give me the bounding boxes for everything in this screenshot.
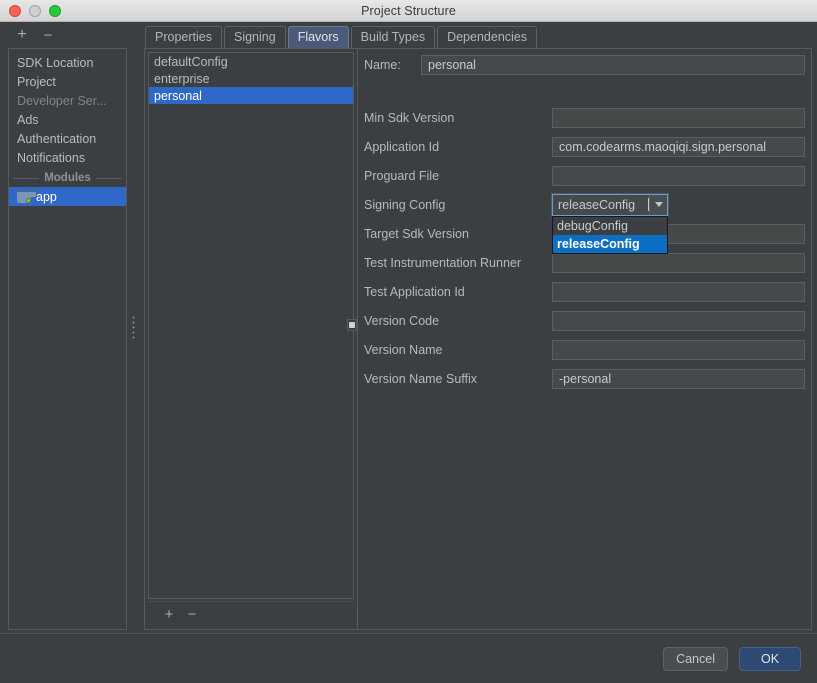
application-id-input[interactable]: com.codearms.maoqiqi.sign.personal bbox=[552, 136, 805, 157]
sidebar-modules-label: Modules bbox=[44, 172, 91, 184]
sidebar-item-project[interactable]: Project bbox=[9, 72, 126, 91]
dialog-body: + − SDK Location Project Developer Ser..… bbox=[0, 22, 817, 683]
right-column: Properties Signing Flavors Build Types D… bbox=[136, 22, 817, 633]
sidebar-item-notifications[interactable]: Notifications bbox=[9, 148, 126, 167]
ok-button[interactable]: OK bbox=[739, 646, 801, 671]
dropdown-option-debugconfig[interactable]: debugConfig bbox=[553, 217, 667, 235]
min-sdk-version-label: Min Sdk Version bbox=[364, 110, 455, 125]
signing-config-label: Signing Config bbox=[364, 197, 446, 212]
form-spacer bbox=[364, 77, 805, 103]
version-code-input[interactable] bbox=[552, 310, 805, 331]
cancel-button[interactable]: Cancel bbox=[663, 646, 728, 671]
min-sdk-version-input[interactable] bbox=[552, 107, 805, 128]
sidebar-item-authentication[interactable]: Authentication bbox=[9, 129, 126, 148]
signing-config-dropdown-button[interactable] bbox=[649, 194, 667, 215]
flavors-tab-panel: defaultConfig enterprise personal + − Na… bbox=[144, 48, 812, 630]
settings-sidebar: SDK Location Project Developer Ser... Ad… bbox=[8, 48, 127, 630]
flavor-list-column: defaultConfig enterprise personal + − bbox=[145, 49, 358, 629]
version-name-suffix-label: Version Name Suffix bbox=[364, 371, 478, 386]
remove-module-button[interactable]: − bbox=[38, 25, 58, 45]
row-version-name: Version Name bbox=[364, 335, 805, 364]
flavor-detail-form: Name: personal Min Sdk Version Applicati… bbox=[347, 49, 811, 629]
collapse-square-icon bbox=[349, 322, 355, 328]
project-structure-window: Project Structure + − SDK Location Proje… bbox=[0, 0, 817, 683]
proguard-file-input[interactable] bbox=[552, 165, 805, 186]
flavor-item-personal[interactable]: personal bbox=[149, 87, 353, 104]
add-module-button[interactable]: + bbox=[12, 25, 32, 45]
tab-signing[interactable]: Signing bbox=[223, 26, 286, 48]
row-version-code: Version Code bbox=[364, 306, 805, 335]
signing-config-dropdown-list[interactable]: debugConfig releaseConfig bbox=[552, 215, 668, 254]
add-flavor-button[interactable]: + bbox=[162, 607, 176, 622]
splitter-grip-icon bbox=[131, 314, 135, 341]
row-application-id: Application Id com.codearms.maoqiqi.sign… bbox=[364, 132, 805, 161]
version-name-input[interactable] bbox=[552, 339, 805, 360]
sidebar-item-ads[interactable]: Ads bbox=[9, 110, 126, 129]
test-instrumentation-runner-label: Test Instrumentation Runner bbox=[364, 255, 522, 270]
dialog-footer: Cancel OK bbox=[0, 633, 817, 683]
version-name-label: Version Name bbox=[364, 342, 443, 357]
flavor-list[interactable]: defaultConfig enterprise personal bbox=[148, 52, 354, 599]
test-application-id-input[interactable] bbox=[552, 281, 805, 302]
sidebar-toolbar: + − bbox=[0, 22, 130, 48]
name-label: Name: bbox=[364, 58, 401, 72]
row-version-name-suffix: Version Name Suffix -personal bbox=[364, 364, 805, 393]
test-instrumentation-runner-input[interactable] bbox=[552, 252, 805, 273]
tab-dependencies[interactable]: Dependencies bbox=[437, 26, 537, 48]
dropdown-option-releaseconfig[interactable]: releaseConfig bbox=[553, 234, 667, 253]
flavor-item-defaultconfig[interactable]: defaultConfig bbox=[149, 53, 353, 70]
chevron-down-icon bbox=[654, 202, 663, 207]
flavor-list-toolbar: + − bbox=[148, 601, 354, 626]
test-application-id-label: Test Application Id bbox=[364, 284, 465, 299]
proguard-file-label: Proguard File bbox=[364, 168, 440, 183]
content-row: + − SDK Location Project Developer Ser..… bbox=[0, 22, 817, 633]
tab-flavors[interactable]: Flavors bbox=[287, 26, 349, 48]
sidebar-item-app[interactable]: app bbox=[9, 187, 126, 206]
sidebar-item-sdk-location[interactable]: SDK Location bbox=[9, 53, 126, 72]
sidebar-item-developer-services[interactable]: Developer Ser... bbox=[9, 91, 126, 110]
flavor-item-enterprise[interactable]: enterprise bbox=[149, 70, 353, 87]
separator-line-right bbox=[95, 177, 123, 179]
signing-config-value: releaseConfig bbox=[558, 197, 636, 212]
signing-config-combobox[interactable]: releaseConfig bbox=[552, 193, 668, 216]
window-title: Project Structure bbox=[361, 3, 456, 18]
title-bar: Project Structure bbox=[0, 0, 817, 22]
application-id-label: Application Id bbox=[364, 139, 440, 154]
separator-line-left bbox=[13, 177, 40, 179]
tab-strip: Properties Signing Flavors Build Types D… bbox=[136, 22, 812, 48]
name-input[interactable]: personal bbox=[421, 55, 805, 75]
tab-build-types[interactable]: Build Types bbox=[350, 26, 436, 48]
version-name-suffix-input[interactable]: -personal bbox=[552, 368, 805, 389]
sidebar-modules-separator: Modules bbox=[9, 169, 126, 187]
panel-collapse-handle[interactable] bbox=[347, 319, 357, 331]
name-row: Name: personal bbox=[364, 55, 805, 75]
remove-flavor-button[interactable]: − bbox=[185, 607, 199, 622]
signing-config-combo-wrap: releaseConfig debugConfig releaseConfig bbox=[552, 193, 805, 254]
row-test-application-id: Test Application Id bbox=[364, 277, 805, 306]
sidebar-item-app-label: app bbox=[36, 189, 57, 204]
row-signing-config: Signing Config releaseConfig debugConfig… bbox=[364, 190, 805, 254]
row-proguard-file: Proguard File bbox=[364, 161, 805, 190]
tab-properties[interactable]: Properties bbox=[145, 26, 222, 48]
left-column: + − SDK Location Project Developer Ser..… bbox=[0, 22, 130, 633]
target-sdk-version-label: Target Sdk Version bbox=[364, 226, 469, 241]
row-min-sdk-version: Min Sdk Version bbox=[364, 103, 805, 132]
module-folder-icon bbox=[17, 190, 37, 203]
version-code-label: Version Code bbox=[364, 313, 440, 328]
